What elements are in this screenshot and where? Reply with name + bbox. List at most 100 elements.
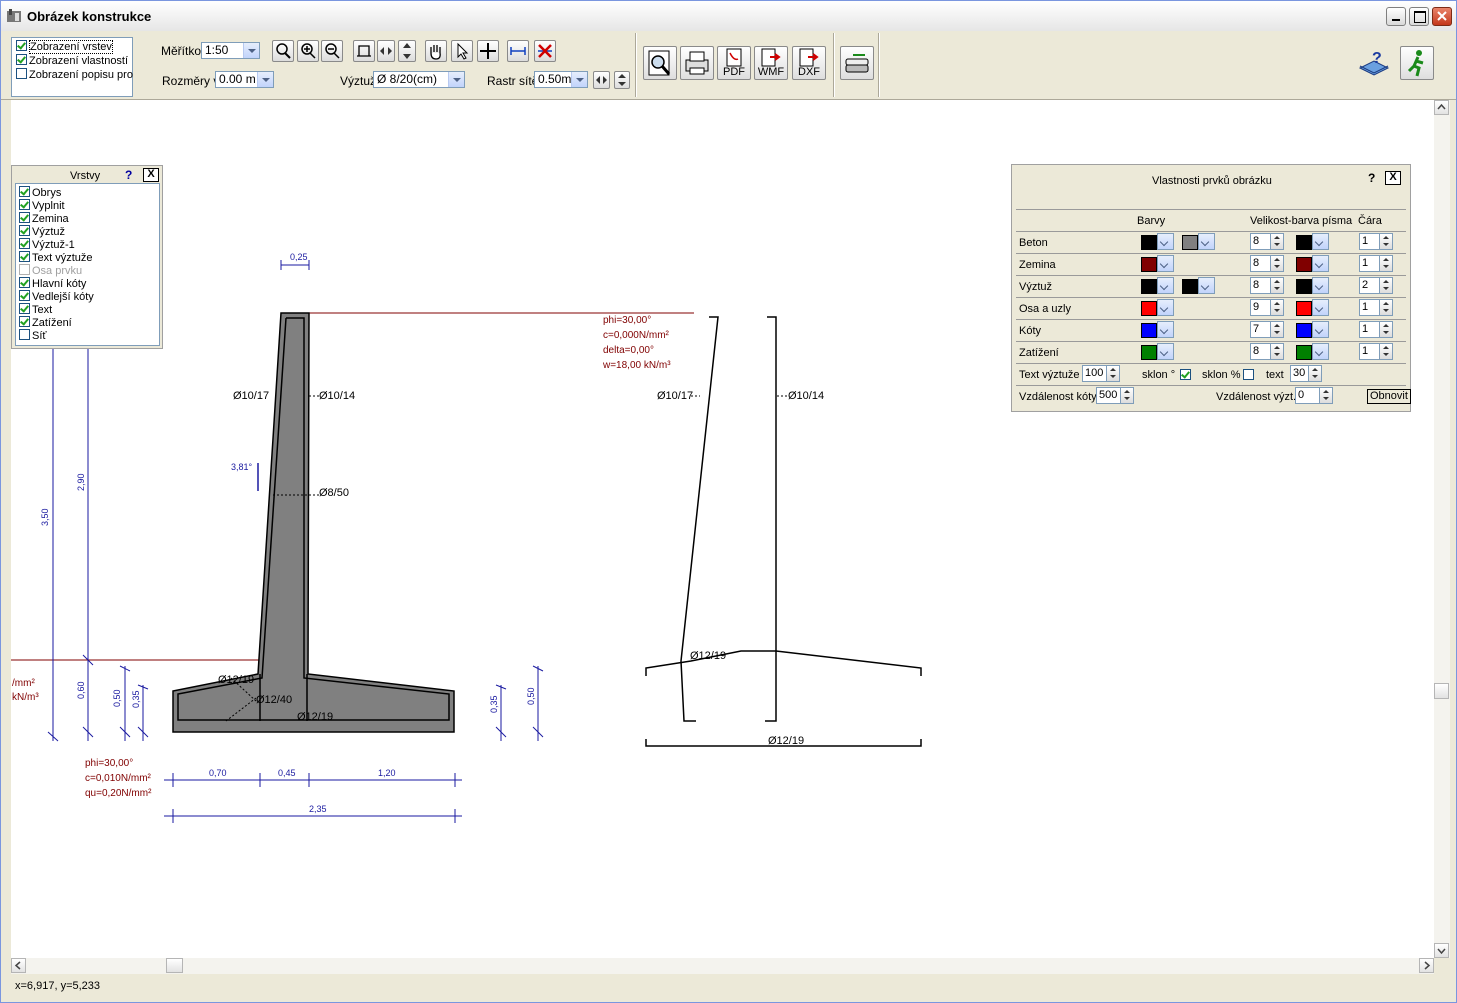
close-icon[interactable]: X (1385, 171, 1401, 185)
checkbox-icon[interactable] (19, 316, 30, 327)
chevron-down-icon[interactable] (1157, 233, 1174, 250)
scroll-thumb[interactable] (1434, 683, 1449, 699)
checkbox-icon[interactable] (19, 251, 30, 262)
crosshair-button[interactable] (477, 40, 499, 62)
checkbox-icon[interactable] (19, 212, 30, 223)
chevron-down-icon[interactable] (243, 43, 259, 58)
text-rebar-spinner[interactable]: 100 (1082, 365, 1120, 382)
select-tool-button[interactable] (451, 40, 473, 62)
font-size-spinner[interactable]: 8 (1250, 277, 1284, 294)
close-icon[interactable]: X (143, 168, 159, 182)
zoom-extent-button[interactable] (272, 40, 294, 62)
font-size-spinner[interactable]: 7 (1250, 321, 1284, 338)
close-button[interactable] (1432, 7, 1452, 26)
help-icon[interactable]: ? (1368, 171, 1375, 185)
check-show-properties[interactable]: Zobrazení vlastností (16, 54, 128, 67)
chevron-down-icon[interactable] (1198, 233, 1215, 250)
layer-item[interactable]: Text výztuže (19, 251, 93, 264)
checkbox-icon[interactable] (19, 290, 30, 301)
checkbox-icon[interactable] (16, 68, 27, 79)
chevron-down-icon[interactable] (1198, 277, 1215, 294)
chevron-down-icon[interactable] (1157, 277, 1174, 294)
checkbox-icon[interactable] (19, 329, 30, 340)
chevron-down-icon[interactable] (1157, 299, 1174, 316)
zoom-out-button[interactable] (321, 40, 343, 62)
hand-tool-button[interactable] (425, 40, 447, 62)
preview-button[interactable] (643, 46, 677, 80)
chevron-down-icon[interactable] (1312, 233, 1329, 250)
chevron-down-icon[interactable] (1312, 277, 1329, 294)
layer-item[interactable]: Výztuž (19, 225, 65, 238)
delete-dimension-button[interactable] (534, 40, 556, 62)
maximize-button[interactable] (1409, 7, 1429, 26)
layer-item[interactable]: Text (19, 303, 52, 316)
help-icon[interactable]: ? (125, 168, 132, 182)
font-size-spinner[interactable]: 8 (1250, 233, 1284, 250)
print-button[interactable] (680, 46, 714, 80)
scroll-down-icon[interactable] (1434, 943, 1449, 958)
pan-vertical-button[interactable] (398, 40, 416, 62)
measure-button[interactable] (507, 40, 529, 62)
export-dxf-button[interactable]: DXF (792, 46, 826, 80)
checkbox-icon[interactable] (19, 303, 30, 314)
scroll-left-icon[interactable] (11, 958, 26, 973)
scale-select[interactable]: 1:50 (201, 42, 260, 59)
grid-arrows-button[interactable] (593, 71, 610, 89)
layer-item[interactable]: Výztuž-1 (19, 238, 75, 251)
exit-button[interactable] (1400, 46, 1434, 80)
dims-select[interactable]: 0.00 m (215, 71, 274, 88)
vertical-scrollbar[interactable] (1434, 100, 1450, 958)
layer-item[interactable]: Hlavní kóty (19, 277, 86, 290)
minimize-button[interactable] (1386, 7, 1406, 26)
checkbox-icon[interactable] (19, 238, 30, 249)
layer-item[interactable]: Síť (19, 329, 47, 342)
chevron-down-icon[interactable] (1312, 299, 1329, 316)
pan-horizontal-button[interactable] (377, 40, 395, 62)
scroll-up-icon[interactable] (1434, 100, 1449, 115)
line-spinner[interactable]: 1 (1359, 321, 1393, 338)
layer-item[interactable]: Zatížení (19, 316, 72, 329)
chevron-down-icon[interactable] (1312, 321, 1329, 338)
zoom-in-button[interactable] (297, 40, 319, 62)
chevron-down-icon[interactable] (1157, 321, 1174, 338)
chevron-down-icon[interactable] (448, 72, 464, 87)
dim-distance-spinner[interactable]: 500 (1096, 387, 1134, 404)
checkbox-icon[interactable] (19, 264, 30, 275)
line-spinner[interactable]: 1 (1359, 299, 1393, 316)
scroll-thumb[interactable] (166, 958, 183, 973)
slope-deg-checkbox[interactable] (1180, 369, 1191, 380)
refresh-button[interactable]: Obnovit (1367, 389, 1411, 404)
chevron-down-icon[interactable] (1157, 255, 1174, 272)
export-pdf-button[interactable]: PDF (717, 46, 751, 80)
settings-button[interactable] (840, 46, 874, 80)
checkbox-icon[interactable] (19, 225, 30, 236)
rebar-distance-spinner[interactable]: 0 (1295, 387, 1333, 404)
layer-item[interactable]: Osa prvku (19, 264, 82, 277)
font-size-spinner[interactable]: 8 (1250, 255, 1284, 272)
grid-spin-button[interactable] (614, 71, 630, 89)
chevron-down-icon[interactable] (1157, 343, 1174, 360)
check-show-description[interactable]: Zobrazení popisu pro (16, 68, 133, 81)
chevron-down-icon[interactable] (257, 72, 273, 87)
layer-item[interactable]: Zemina (19, 212, 69, 225)
font-size-spinner[interactable]: 9 (1250, 299, 1284, 316)
line-spinner[interactable]: 1 (1359, 255, 1393, 272)
chevron-down-icon[interactable] (1312, 255, 1329, 272)
checkbox-icon[interactable] (19, 277, 30, 288)
slope-pct-checkbox[interactable] (1243, 369, 1254, 380)
checkbox-icon[interactable] (19, 199, 30, 210)
line-spinner[interactable]: 2 (1359, 277, 1393, 294)
checkbox-icon[interactable] (19, 186, 30, 197)
layer-item[interactable]: Vedlejší kóty (19, 290, 94, 303)
help-button[interactable]: ? (1357, 46, 1391, 80)
check-show-layers[interactable]: Zobrazení vrstev (16, 40, 113, 54)
fit-button[interactable] (353, 40, 375, 62)
line-spinner[interactable]: 1 (1359, 343, 1393, 360)
chevron-down-icon[interactable] (1312, 343, 1329, 360)
scroll-right-icon[interactable] (1419, 958, 1434, 973)
export-wmf-button[interactable]: WMF (754, 46, 788, 80)
line-spinner[interactable]: 1 (1359, 233, 1393, 250)
grid-select[interactable]: 0.50m (534, 71, 588, 88)
checkbox-icon[interactable] (16, 54, 27, 65)
text-spinner[interactable]: 30 (1290, 365, 1322, 382)
